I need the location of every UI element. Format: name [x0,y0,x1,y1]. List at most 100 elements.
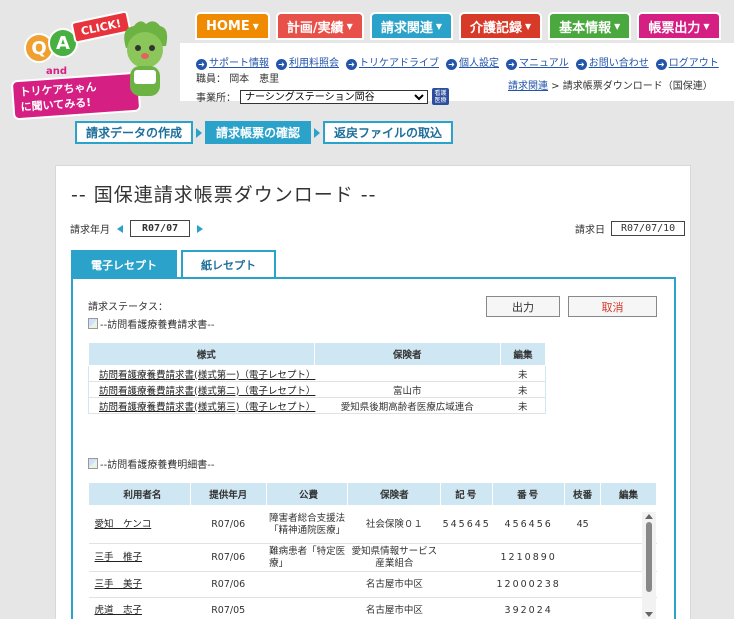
nursing-medical-icon: 看護 医療 [432,88,449,105]
col-insurer[interactable]: 保険者 [347,482,442,506]
nav-home[interactable]: HOME ▼ [195,12,270,40]
staff-info: 職員： 岡本 恵里 [196,70,279,85]
format-link[interactable]: 訪問看護療養費請求書(様式第一)（電子レセプト） [99,370,315,381]
tab-electronic-receipt[interactable]: 電子レセプト [71,250,177,277]
cell-insurer: 名古屋市中区 [347,571,441,598]
table-row[interactable]: 訪問看護療養費請求書(様式第三)（電子レセプト） 愛知県後期高齢者医療広域連合 … [88,397,546,414]
col-edit[interactable]: 編集 [600,482,657,506]
col-service-month[interactable]: 提供年月 [189,482,267,506]
cell-symbol: 545645 [440,505,493,544]
broken-image-icon [88,318,98,329]
claim-date-label: 請求日 [575,225,605,236]
col-edit[interactable]: 編集 [500,342,546,366]
header: Q A CLICK! and トリケアちゃん に聞いてみる! HOME ▼ 計画/… [0,0,734,150]
qa-logo[interactable]: Q A CLICK! and トリケアちゃん に聞いてみる! [8,8,178,121]
link-drive-label: トリケアドライブ [359,58,439,69]
cell-symbol [440,597,493,619]
nav-home-label: HOME [206,18,250,34]
status-label: 請求ステータス： [88,302,168,313]
cell-public-fund: 難病患者「特定医療」 [266,543,348,572]
nav-plan[interactable]: 計画/実績 ▼ [275,12,364,40]
link-personal-settings-label: 個人設定 [459,58,499,69]
col-public-fund[interactable]: 公費 [265,482,349,506]
col-branch[interactable]: 枝番 [564,482,602,506]
broken-image-icon [88,458,98,469]
scroll-thumb[interactable] [646,522,652,592]
table-header-row: 利用者名 提供年月 公費 保険者 記号 番号 枝番 編集 [88,482,657,506]
link-contact[interactable]: ➜ お問い合わせ [575,54,649,70]
nav-records[interactable]: 介護記録 ▼ [458,12,543,40]
link-manual[interactable]: ➜ マニュアル [506,54,569,70]
cell-branch [564,571,601,598]
table-row[interactable]: 愛知 ケンコ R07/06 障害者総合支援法「精神通院医療」 社会保険０１ 54… [88,505,657,544]
table-row[interactable]: 三手 椎子 R07/06 難病患者「特定医療」 愛知県情報サービス産業組合 12… [88,543,657,572]
col-number[interactable]: 番号 [492,482,566,506]
format-link[interactable]: 訪問看護療養費請求書(様式第三)（電子レセプト） [99,402,315,413]
link-usage-fee[interactable]: ➜ 利用料照会 [276,54,339,70]
format-link[interactable]: 訪問看護療養費請求書(様式第二)（電子レセプト） [99,386,315,397]
step-create-data[interactable]: 請求データの作成 [75,121,194,144]
link-support[interactable]: ➜ サポート情報 [196,54,269,70]
cell-branch: 45 [564,505,601,544]
staff-name: 岡本 恵里 [229,74,280,85]
chevron-down-icon: ▼ [614,21,621,31]
step-check-forms[interactable]: 請求帳票の確認 [205,121,312,144]
step-import-returns[interactable]: 返戻ファイルの取込 [323,121,454,144]
tab-paper-receipt[interactable]: 紙レセプト [181,250,276,277]
office-select[interactable]: ナーシングステーション岡谷 [240,89,428,104]
arrow-circle-icon: ➜ [446,59,457,70]
table-scrollbar[interactable] [642,512,656,619]
user-link[interactable]: 三手 椎子 [95,552,143,563]
nav-forms-label: 帳票出力 [648,20,701,36]
output-button[interactable]: 出力 [486,296,560,317]
table-row[interactable]: 三手 美子 R07/06 名古屋市中区 12000238 [88,571,657,598]
nursing-icon-text1: 看護 [434,89,447,97]
user-link[interactable]: 三手 美子 [95,579,143,590]
cell-format: 訪問看護療養費請求書(様式第三)（電子レセプト） [88,397,315,414]
col-insurer[interactable]: 保険者 [313,342,502,366]
logo-and: and [46,66,68,77]
nav-forms[interactable]: 帳票出力 ▼ [637,12,721,40]
user-link[interactable]: 虎道 志子 [95,605,143,616]
cell-format: 訪問看護療養費請求書(様式第二)（電子レセプト） [88,381,315,398]
col-user-name[interactable]: 利用者名 [88,482,191,506]
cell-public-fund [266,597,348,619]
link-manual-label: マニュアル [519,58,569,69]
next-month-icon[interactable] [197,224,204,233]
link-personal-settings[interactable]: ➜ 個人設定 [446,54,499,70]
office-row: 事業所： ナーシングステーション岡谷 看護 医療 [196,88,449,105]
section2-alt-text: --訪問看護療養費明細書-- [100,460,215,471]
user-link[interactable]: 愛知 ケンコ [95,519,152,530]
claim-date: 請求日 R07/07/10 [575,221,686,236]
utility-links: ➜ サポート情報 ➜ 利用料照会 ➜ トリケアドライブ ➜ 個人設定 ➜ マニュアル ➜ お… [196,54,719,70]
step-arrow-icon [314,127,321,138]
cell-user-name: 虎道 志子 [88,597,191,619]
breadcrumb-link-billing[interactable]: 請求関連 [508,81,548,92]
breadcrumb-current: 請求帳票ダウンロード（国保連） [562,81,713,92]
cell-edit: 未 [500,397,546,414]
cancel-button[interactable]: 取消 [568,296,657,317]
table-row[interactable]: 虎道 志子 R07/05 名古屋市中区 392024 [88,597,657,619]
link-logout[interactable]: ➜ ログアウト [655,54,719,70]
cell-symbol [440,543,493,572]
cell-format: 訪問看護療養費請求書(様式第一)（電子レセプト） [88,365,315,382]
cell-edit: 未 [500,381,546,398]
breadcrumb: 請求関連 > 請求帳票ダウンロード（国保連） [508,77,713,92]
cell-number: 1210890 [492,543,565,572]
scroll-up-icon[interactable] [645,514,653,519]
nav-basic-info[interactable]: 基本情報 ▼ [548,12,632,40]
col-format[interactable]: 様式 [88,342,315,366]
cell-user-name: 三手 椎子 [88,543,191,572]
table-row[interactable]: 訪問看護療養費請求書(様式第二)（電子レセプト） 富山市 未 [88,381,546,398]
cell-insurer: 社会保険０１ [347,505,441,544]
link-support-label: サポート情報 [209,58,269,69]
table-row[interactable]: 訪問看護療養費請求書(様式第一)（電子レセプト） 未 [88,365,546,382]
nav-billing[interactable]: 請求関連 ▼ [369,12,453,40]
col-symbol[interactable]: 記号 [440,482,494,506]
link-drive[interactable]: ➜ トリケアドライブ [346,54,439,70]
cell-service-month: R07/06 [190,505,267,544]
arrow-circle-icon: ➜ [196,59,207,70]
scroll-down-icon[interactable] [645,612,653,617]
prev-month-icon[interactable] [117,224,123,233]
billing-period-value: R07/07 [130,220,191,237]
